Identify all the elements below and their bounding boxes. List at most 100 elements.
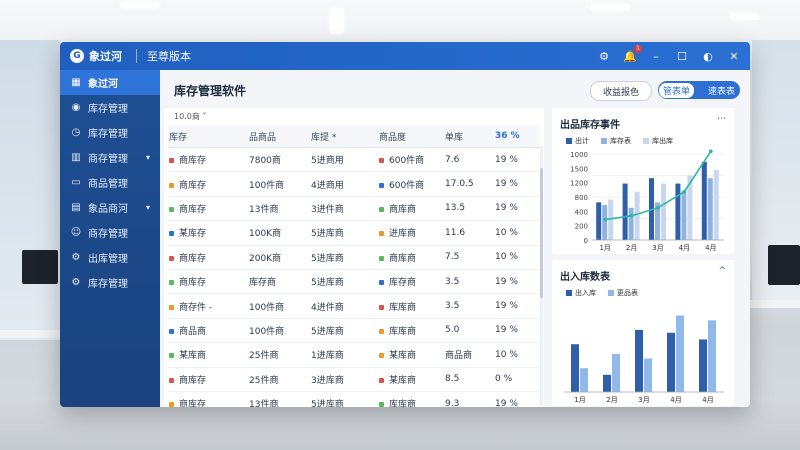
- table-row[interactable]: 商库存 7800商 5进商用 600件商 7.6 19 %: [168, 147, 540, 173]
- page-size-select[interactable]: 10.0商 ˅: [164, 108, 544, 125]
- table-row[interactable]: 商品商 100件商 5进库商 库库商 5.0 19 %: [168, 318, 540, 344]
- chart-bar: [602, 205, 608, 240]
- office-window: [0, 40, 60, 340]
- status-dot: [379, 280, 384, 286]
- maximize-icon[interactable]: ☐: [676, 50, 688, 63]
- office-monitor: [22, 250, 58, 284]
- table-cell: 10 %: [494, 342, 540, 368]
- scrollbar-thumb[interactable]: [540, 168, 543, 298]
- gear-icon: ⚙: [71, 252, 81, 263]
- table-cell: 3进件商: [310, 196, 378, 222]
- chart-bar: [622, 183, 628, 240]
- status-dot: [379, 304, 384, 310]
- sidebar-item-outbound[interactable]: ⚙ 出库管理: [60, 245, 160, 270]
- logo-icon: G: [70, 49, 84, 63]
- y-tick-label: 800: [575, 194, 588, 202]
- table-cell: 19 %: [494, 147, 540, 173]
- chevron-down-icon[interactable]: ▾: [146, 153, 150, 162]
- table-cell: 3进库商: [310, 367, 378, 392]
- app-name: 象过河: [89, 50, 122, 63]
- sidebar-item-home[interactable]: ▦ 象过河: [60, 70, 160, 95]
- table-cell: 25件商: [248, 342, 310, 368]
- report-button[interactable]: 收益报色: [590, 81, 652, 101]
- table-cell: 13.5: [444, 196, 494, 222]
- chart-bar: [708, 320, 716, 392]
- edition-label: 至尊版本: [147, 50, 191, 63]
- x-tick-label: 3月: [638, 396, 649, 404]
- sidebar-item-stock-2[interactable]: ☺ 商存管理: [60, 220, 160, 245]
- table-cell: 10 %: [494, 220, 540, 246]
- sidebar-item-inventory[interactable]: ◉ 库存管理: [60, 95, 160, 120]
- sidebar-item-inventory-3[interactable]: ⚙ 库存管理: [60, 270, 160, 295]
- minimize-icon[interactable]: –: [650, 50, 662, 63]
- sidebar-item-label: 商存管理: [88, 154, 128, 165]
- ceiling-light: [590, 4, 630, 10]
- sidebar-item-label: 出库管理: [88, 254, 128, 265]
- table-row[interactable]: 商库存 25件商 3进库商 某库商 8.5 0 %: [168, 367, 540, 392]
- table-row[interactable]: 商库存 13件商 5进库商 库库商 9.3 19 %: [168, 391, 540, 407]
- table-row[interactable]: 某库存 100K商 5进库商 进库商 11.6 10 %: [168, 220, 540, 246]
- table-row[interactable]: 商存件 -100件商 4进件商 库库商 3.5 19 %: [168, 293, 540, 319]
- status-dot: [169, 280, 174, 286]
- view-toggle-option[interactable]: 速表表: [704, 83, 739, 98]
- status-dot: [169, 158, 174, 164]
- trend-point: [682, 189, 687, 194]
- grid-icon: ▦: [71, 77, 81, 88]
- table-cell: 商品商: [444, 342, 494, 368]
- table-cell: 商存件 -: [168, 293, 248, 319]
- table-cell: 19 %: [494, 269, 540, 295]
- table-cell: 19 %: [494, 196, 540, 222]
- x-tick-label: 2月: [626, 244, 637, 252]
- column-header[interactable]: 品商品: [248, 125, 310, 148]
- close-icon[interactable]: ✕: [728, 50, 740, 63]
- sidebar-item-label: 象过河: [88, 79, 118, 90]
- theme-icon[interactable]: ◐: [702, 50, 714, 63]
- table-cell: 库存商: [248, 269, 310, 295]
- status-dot: [379, 353, 384, 359]
- table-cell: 5.0: [444, 318, 494, 344]
- table-row[interactable]: 商库存 库存商 5进库商 库存商 3.5 19 %: [168, 269, 540, 295]
- x-tick-label: 4月: [705, 244, 716, 252]
- notification-badge: 1: [634, 45, 642, 53]
- table-row[interactable]: 某库商 25件商 1进库商 某库商 商品商 10 %: [168, 342, 540, 368]
- sidebar-item-label: 库存管理: [88, 279, 128, 290]
- table-cell: 100件商: [248, 293, 310, 319]
- status-dot: [169, 231, 174, 237]
- chart-bar: [713, 170, 719, 240]
- settings-icon[interactable]: ⚙: [598, 50, 610, 63]
- chart-bar: [707, 178, 713, 240]
- table-row[interactable]: 商库存 100件商 4进商用 600件商 17.0.5 19 %: [168, 171, 540, 197]
- table-row[interactable]: 商库存 200K商 5进库商 商库商 7.5 10 %: [168, 245, 540, 270]
- sidebar-item-catalog[interactable]: ▤ 象品商河 ▾: [60, 195, 160, 220]
- status-dot: [169, 206, 174, 212]
- table-cell: 3.5: [444, 269, 494, 295]
- chevron-down-icon[interactable]: ▾: [146, 203, 150, 212]
- column-header[interactable]: 36 %: [494, 125, 540, 148]
- table-cell: 19 %: [494, 318, 540, 344]
- column-header[interactable]: 库提 *: [310, 125, 378, 148]
- sidebar-item-products[interactable]: ▭ 商品管理: [60, 170, 160, 195]
- sidebar-item-stock[interactable]: ▥ 商存管理 ▾: [60, 145, 160, 170]
- table-cell: 商库存: [168, 147, 248, 173]
- office-monitor: [768, 245, 800, 285]
- bell-icon[interactable]: 🔔 1: [623, 45, 642, 63]
- table-cell: 库库商: [378, 391, 444, 407]
- office-desk: [745, 300, 800, 308]
- column-header[interactable]: 库存: [168, 125, 248, 148]
- table-row[interactable]: 商库存 13件商 3进件商 商库商 13.5 19 %: [168, 196, 540, 222]
- view-toggle-option[interactable]: 管表单: [658, 82, 694, 98]
- sidebar-item-inventory-2[interactable]: ◷ 库存管理: [60, 120, 160, 145]
- column-header[interactable]: 商品度: [378, 125, 444, 148]
- y-tick-label: 1200: [570, 180, 588, 188]
- user-icon: ☺: [70, 227, 82, 238]
- table-cell: 商库存: [168, 171, 248, 197]
- column-header[interactable]: 单库: [444, 125, 494, 148]
- table-cell: 库库商: [378, 293, 444, 319]
- x-tick-label: 4月: [670, 396, 681, 404]
- chart-bar: [635, 329, 643, 392]
- table-cell: 商库商: [378, 196, 444, 222]
- table-cell: 某库存: [168, 220, 248, 246]
- chart-bar: [667, 332, 675, 392]
- table-cell: 4进商用: [310, 171, 378, 197]
- trend-point: [709, 149, 713, 154]
